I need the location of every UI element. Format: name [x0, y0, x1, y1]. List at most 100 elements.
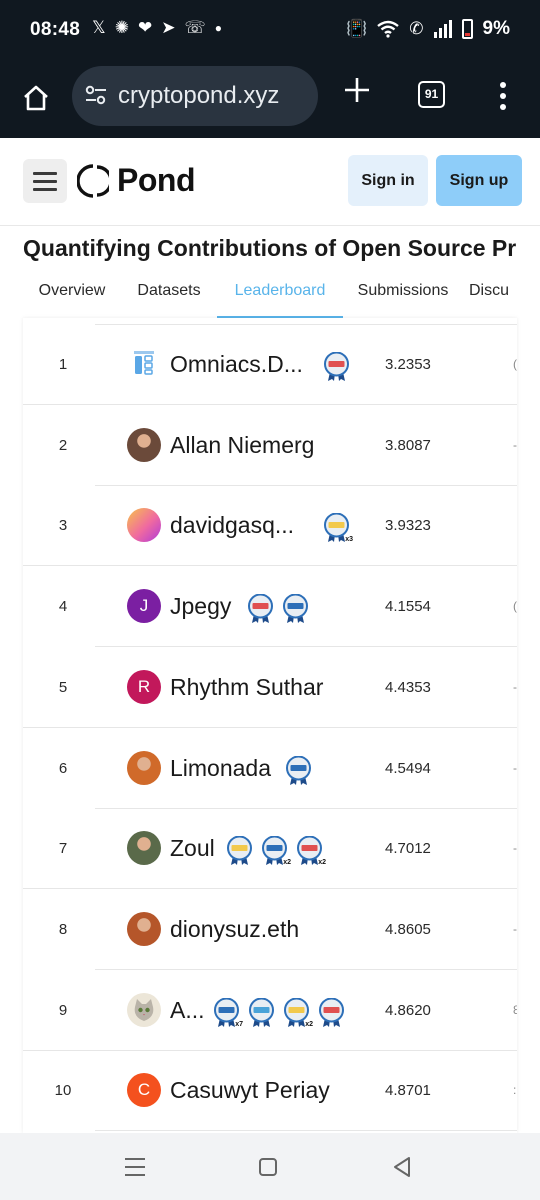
medal-badge-icon[interactable]: x2	[296, 835, 326, 867]
leaderboard-row[interactable]: 4 J Jpegy 4.1554 (	[23, 566, 517, 648]
avatar[interactable]	[127, 831, 161, 866]
row-rank: 8	[58, 920, 68, 938]
leaderboard-row[interactable]: 1 Omniacs.D... 3.2353 (	[23, 324, 517, 405]
new-tab-button[interactable]	[340, 76, 374, 110]
system-icons: 📳 ✆ 9%	[346, 18, 510, 40]
badge-multiplier: x2	[318, 859, 326, 867]
tab-switcher-button[interactable]: 91	[418, 81, 445, 108]
participant-name[interactable]: Rhythm Suthar	[170, 647, 323, 728]
row-score: 3.9323	[385, 517, 431, 535]
missed-call-icon: ☏	[184, 18, 206, 37]
leaderboard-table: 1 Omniacs.D... 3.2353 (2 Allan Niemerg 3.8087…	[23, 318, 517, 1133]
sign-in-button[interactable]: Sign in	[348, 155, 428, 206]
wifi-call-icon: ✆	[409, 19, 424, 38]
avatar[interactable]	[127, 347, 161, 381]
leaderboard-row[interactable]: 2 Allan Niemerg 3.8087 -	[23, 405, 517, 486]
home-icon	[24, 85, 48, 111]
medal-badge-icon[interactable]: x3	[323, 512, 353, 544]
avatar[interactable]	[127, 992, 161, 1027]
avatar[interactable]	[127, 427, 161, 462]
medal-badge-icon[interactable]	[248, 997, 275, 1028]
sign-up-button[interactable]: Sign up	[436, 155, 522, 206]
menu-dot	[500, 104, 506, 110]
avatar-letter: R	[137, 676, 151, 696]
avatar-letter: C	[137, 1080, 151, 1100]
row-score: 4.7012	[385, 840, 431, 858]
avatar[interactable]: R	[127, 669, 161, 704]
avatar[interactable]	[127, 508, 161, 543]
tab-discussion[interactable]: Discu	[469, 270, 517, 318]
browser-menu-button[interactable]	[497, 82, 509, 112]
medal-badge-icon[interactable]: x7	[213, 997, 243, 1028]
badge-group: x3	[323, 512, 353, 544]
leaderboard-row[interactable]: 9 A... x7 x2 4.8620 8	[23, 970, 517, 1051]
participant-name[interactable]: Zoul	[170, 808, 215, 889]
row-rank: 6	[58, 759, 68, 777]
site-settings-icon[interactable]	[84, 84, 108, 106]
status-time: 08:48	[30, 19, 81, 40]
participant-name[interactable]: Casuwyt Periay	[170, 1050, 330, 1131]
row-rank: 7	[58, 840, 68, 858]
battery-percent: 9%	[482, 18, 510, 39]
medal-badge-icon[interactable]	[285, 755, 312, 786]
badge-group	[247, 593, 309, 624]
participant-name[interactable]: A...	[170, 970, 205, 1051]
row-score: 4.8605	[385, 920, 431, 938]
badge-group: x2 x2	[226, 835, 326, 867]
row-score: 4.4353	[385, 678, 431, 696]
hamburger-menu-button[interactable]	[23, 159, 67, 203]
avatar[interactable]	[127, 750, 161, 785]
participant-name[interactable]: Jpegy	[170, 566, 231, 647]
leaderboard-row[interactable]: 5 R Rhythm Suthar 4.4353 -	[23, 647, 517, 728]
leaderboard-row[interactable]: 3 davidgasq... x3 3.9323	[23, 485, 517, 567]
row-score: 4.8701	[385, 1082, 431, 1100]
badge-multiplier: x2	[283, 859, 291, 867]
x-icon: 𝕏	[92, 18, 106, 37]
home-icon[interactable]	[259, 1158, 277, 1176]
leaderboard-row[interactable]: 6 Limonada 4.5494 -	[23, 728, 517, 809]
medal-badge-icon[interactable]	[247, 593, 274, 624]
browser-home-button[interactable]	[18, 80, 54, 116]
leaderboard-row[interactable]: 10 C Casuwyt Periay 4.8701:	[23, 1050, 517, 1132]
participant-name[interactable]: davidgasq...	[170, 485, 294, 566]
participant-name[interactable]: Allan Niemerg	[170, 405, 314, 486]
gear-icon: ✺	[114, 18, 129, 37]
recent-apps-icon[interactable]	[125, 1158, 145, 1176]
medal-badge-icon[interactable]	[226, 835, 253, 866]
badge-multiplier: x3	[345, 536, 353, 544]
tab-datasets[interactable]: Datasets	[123, 270, 215, 318]
row-score: 3.8087	[385, 436, 431, 454]
avatar[interactable]: C	[127, 1073, 161, 1108]
medal-badge-icon[interactable]: x2	[283, 997, 313, 1028]
row-score: 4.8620	[385, 1001, 431, 1019]
badge-multiplier: x2	[305, 1020, 313, 1028]
avatar-letter: J	[139, 596, 149, 616]
medal-badge-icon[interactable]: x2	[261, 835, 291, 867]
back-icon[interactable]	[392, 1156, 412, 1178]
participant-name[interactable]: dionysuz.eth	[170, 889, 299, 970]
medal-badge-icon[interactable]	[323, 351, 350, 382]
row-rank: 3	[58, 517, 68, 535]
medal-badge-icon[interactable]	[318, 997, 345, 1028]
system-nav-bar	[0, 1133, 540, 1200]
tab-leaderboard[interactable]: Leaderboard	[217, 270, 343, 318]
participant-name[interactable]: Limonada	[170, 728, 271, 809]
badge-multiplier: x7	[235, 1020, 243, 1028]
row-rank: 10	[54, 1082, 72, 1100]
dot-icon: ●	[214, 21, 222, 35]
tab-submissions[interactable]: Submissions	[347, 270, 459, 318]
leaderboard-row[interactable]: 7 Zoul x2 x2 4.7012 -	[23, 808, 517, 890]
url-text[interactable]: cryptopond.xyz	[118, 82, 279, 110]
avatar[interactable]: J	[127, 589, 161, 624]
battery-icon	[461, 19, 473, 39]
leaderboard-row[interactable]: 8 dionysuz.eth 4.8605 -	[23, 889, 517, 970]
browser-toolbar: cryptopond.xyz 91	[0, 62, 540, 138]
medal-badge-icon[interactable]	[282, 593, 309, 624]
url-bar[interactable]: cryptopond.xyz	[72, 66, 318, 126]
page-title: Quantifying Contributions of Open Source…	[23, 235, 517, 261]
badge-group	[323, 351, 350, 382]
avatar[interactable]	[127, 911, 161, 946]
pond-logo[interactable]: Pond	[77, 162, 195, 199]
participant-name[interactable]: Omniacs.D...	[170, 324, 303, 405]
tab-overview[interactable]: Overview	[23, 270, 121, 318]
